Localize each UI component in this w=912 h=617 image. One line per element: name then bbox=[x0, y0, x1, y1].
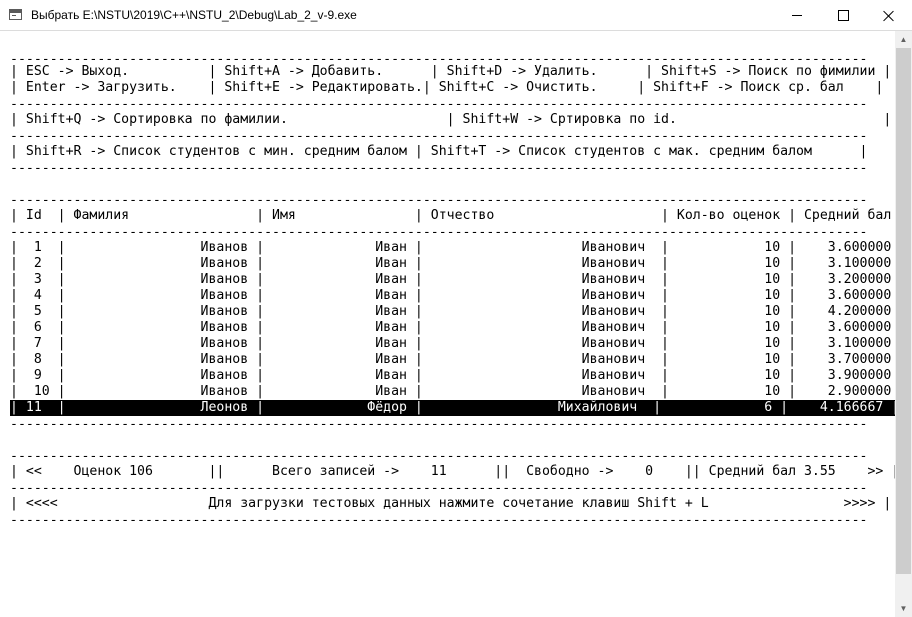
maximize-button[interactable] bbox=[820, 0, 866, 31]
separator-line: ----------------------------------------… bbox=[10, 129, 868, 144]
table-row: | 3 | Иванов | Иван | Иванович | 10 | 3.… bbox=[10, 272, 895, 287]
separator-line: ----------------------------------------… bbox=[10, 193, 868, 208]
vertical-scrollbar[interactable]: ▲ ▼ bbox=[895, 31, 912, 617]
console-output[interactable]: ----------------------------------------… bbox=[0, 31, 895, 617]
window-title: Выбрать E:\NSTU\2019\C++\NSTU_2\Debug\La… bbox=[31, 8, 357, 22]
status-bar: | << Оценок 106 || Всего записей -> 11 |… bbox=[10, 464, 895, 479]
table-row-selected[interactable]: | 11 | Леонов | Фёдор | Михайлович | 6 |… bbox=[10, 400, 895, 416]
scroll-thumb[interactable] bbox=[896, 48, 911, 574]
separator-line: ----------------------------------------… bbox=[10, 417, 868, 432]
menu-line-2: | Enter -> Загрузить. | Shift+E -> Редак… bbox=[10, 80, 884, 95]
student-list-options-line: | Shift+R -> Список студентов с мин. сре… bbox=[10, 144, 868, 159]
table-row: | 5 | Иванов | Иван | Иванович | 10 | 4.… bbox=[10, 304, 895, 319]
separator-line: ----------------------------------------… bbox=[10, 97, 868, 112]
separator-line: ----------------------------------------… bbox=[10, 481, 868, 496]
scroll-down-icon[interactable]: ▼ bbox=[895, 600, 912, 617]
scroll-up-icon[interactable]: ▲ bbox=[895, 31, 912, 48]
minimize-button[interactable] bbox=[774, 0, 820, 31]
table-row: | 7 | Иванов | Иван | Иванович | 10 | 3.… bbox=[10, 336, 895, 351]
maximize-icon bbox=[837, 10, 849, 21]
close-icon bbox=[883, 10, 895, 22]
table-row: | 10 | Иванов | Иван | Иванович | 10 | 2… bbox=[10, 384, 895, 399]
minimize-icon bbox=[792, 15, 802, 16]
table-row: | 6 | Иванов | Иван | Иванович | 10 | 3.… bbox=[10, 320, 895, 335]
table-header: | Id | Фамилия | Имя | Отчество | Кол-во… bbox=[10, 208, 895, 223]
close-button[interactable] bbox=[866, 0, 912, 31]
hint-line: | <<<< Для загрузки тестовых данных нажм… bbox=[10, 496, 892, 511]
title-bar: Выбрать E:\NSTU\2019\C++\NSTU_2\Debug\La… bbox=[0, 0, 912, 31]
separator-line: ----------------------------------------… bbox=[10, 225, 868, 240]
console-app-icon bbox=[9, 9, 22, 20]
sort-options-line: | Shift+Q -> Сортировка по фамилии. | Sh… bbox=[10, 112, 892, 127]
separator-line: ----------------------------------------… bbox=[10, 513, 868, 528]
table-row: | 1 | Иванов | Иван | Иванович | 10 | 3.… bbox=[10, 240, 895, 255]
menu-line-1: | ESC -> Выход. | Shift+A -> Добавить. |… bbox=[10, 64, 892, 79]
table-row: | 8 | Иванов | Иван | Иванович | 10 | 3.… bbox=[10, 352, 895, 367]
separator-line: ----------------------------------------… bbox=[10, 449, 868, 464]
table-row: | 4 | Иванов | Иван | Иванович | 10 | 3.… bbox=[10, 288, 895, 303]
separator-line: ----------------------------------------… bbox=[10, 161, 868, 176]
table-row: | 9 | Иванов | Иван | Иванович | 10 | 3.… bbox=[10, 368, 895, 383]
table-row: | 2 | Иванов | Иван | Иванович | 10 | 3.… bbox=[10, 256, 895, 271]
